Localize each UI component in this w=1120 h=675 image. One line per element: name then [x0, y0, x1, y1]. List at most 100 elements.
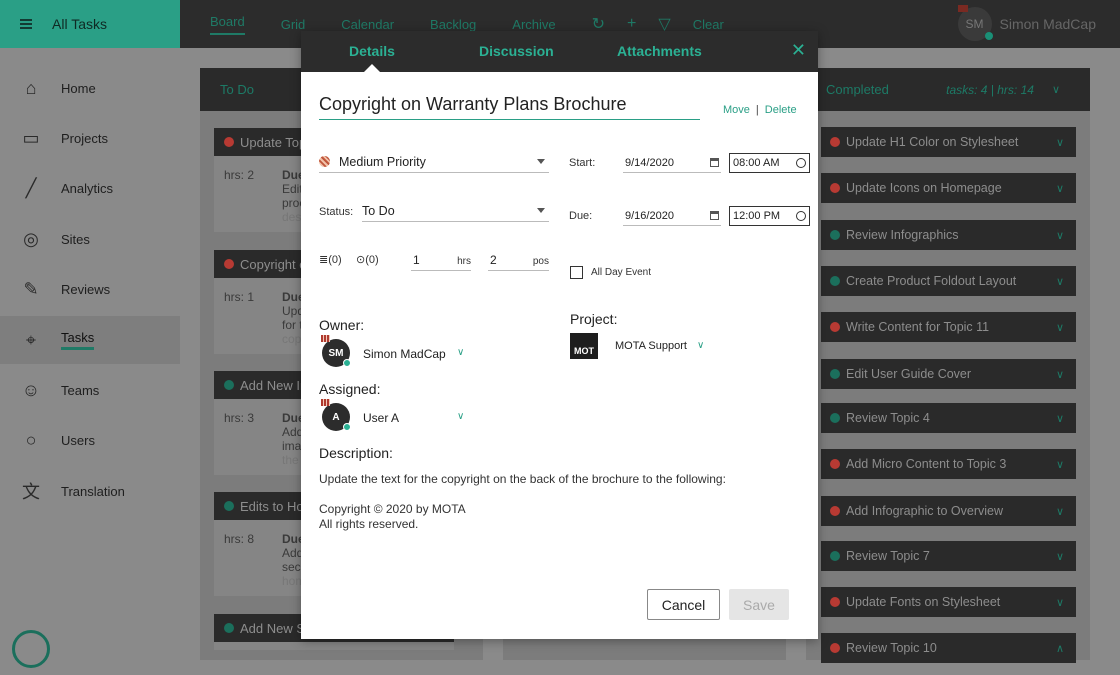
tab-discussion[interactable]: Discussion	[479, 43, 554, 59]
sidebar-item-projects[interactable]: ▭ Projects	[0, 114, 180, 162]
tab-details[interactable]: Details	[349, 43, 395, 59]
due-label: Due:	[569, 210, 593, 222]
chevron-down-icon[interactable]: ∨	[1056, 136, 1064, 149]
priority-dot	[224, 259, 234, 269]
owner-avatar: SM	[321, 335, 351, 367]
tab-attachments[interactable]: Attachments	[617, 43, 702, 59]
completed-column-header: Completed tasks: 4 | hrs: 14 ∨	[806, 68, 1090, 111]
completed-card[interactable]: Write Content for Topic 11 ∨	[821, 312, 1076, 342]
assigned-label: Assigned:	[319, 381, 381, 397]
sidebar-item-users[interactable]: ○ Users	[0, 416, 180, 464]
chevron-down-icon[interactable]: ∨	[1056, 550, 1064, 563]
hours-input[interactable]: 1 hrs	[411, 249, 471, 271]
owner-label: Owner:	[319, 317, 365, 333]
nav-calendar[interactable]: Calendar	[341, 17, 394, 32]
start-date-input[interactable]: 9/14/2020	[623, 153, 721, 173]
nav-backlog[interactable]: Backlog	[430, 17, 476, 32]
completed-card[interactable]: Review Infographics ∨	[821, 220, 1076, 250]
completed-card[interactable]: Update Fonts on Stylesheet ∨	[821, 587, 1076, 617]
chevron-down-icon[interactable]: ∨	[1056, 182, 1064, 195]
status-select[interactable]: To Do	[362, 200, 549, 222]
priority-dot	[830, 643, 840, 653]
calendar-icon[interactable]	[710, 158, 719, 167]
close-icon[interactable]: ✕	[791, 40, 806, 61]
chevron-down-icon[interactable]: ∨	[1056, 275, 1064, 288]
chevron-down-icon[interactable]: ∨	[1056, 368, 1064, 381]
nav-archive[interactable]: Archive	[512, 17, 555, 32]
sidebar-item-home[interactable]: ⌂ Home	[0, 64, 180, 112]
all-day-checkbox[interactable]	[570, 266, 583, 279]
completed-card[interactable]: Add Micro Content to Topic 3 ∨	[821, 449, 1076, 479]
description-text[interactable]: All rights reserved.	[319, 517, 418, 531]
start-label: Start:	[569, 157, 596, 169]
delete-link[interactable]: Delete	[765, 104, 797, 116]
description-text[interactable]: Update the text for the copyright on the…	[319, 472, 726, 486]
chart-icon: ╱	[25, 177, 37, 198]
chevron-down-icon[interactable]: ∨	[1056, 321, 1064, 334]
sidebar: ⌂ Home ▭ Projects ╱ Analytics ◎ Sites ✎ …	[0, 48, 180, 675]
chevron-up-icon[interactable]: ∧	[1056, 642, 1064, 655]
sidebar-item-reviews[interactable]: ✎ Reviews	[0, 265, 180, 313]
crown-icon	[321, 399, 330, 406]
priority-select[interactable]: Medium Priority	[319, 151, 549, 173]
completed-card[interactable]: Review Topic 4 ∨	[821, 403, 1076, 433]
description-text[interactable]: Copyright © 2020 by MOTA	[319, 502, 466, 516]
user-avatar[interactable]: SM	[957, 5, 993, 41]
priority-dot	[224, 137, 234, 147]
sidebar-item-translation[interactable]: 文 Translation	[0, 467, 180, 515]
comment-icon: ≣	[319, 254, 329, 266]
start-time-input[interactable]: 08:00 AM	[729, 153, 810, 173]
nav-clear[interactable]: Clear	[693, 17, 724, 32]
completed-card[interactable]: Add Infographic to Overview ∨	[821, 496, 1076, 526]
clock-icon[interactable]	[796, 158, 806, 168]
online-status-dot	[343, 423, 351, 431]
save-button[interactable]: Save	[729, 589, 789, 620]
status-label: Status:	[319, 206, 354, 218]
sidebar-item-sites[interactable]: ◎ Sites	[0, 215, 180, 263]
priority-dot	[224, 623, 234, 633]
hamburger-menu-icon[interactable]	[20, 19, 34, 29]
priority-icon	[319, 156, 330, 167]
sidebar-item-teams[interactable]: ☺ Teams	[0, 366, 180, 414]
due-date-input[interactable]: 9/16/2020	[623, 206, 721, 226]
nav-grid[interactable]: Grid	[281, 17, 306, 32]
completed-card[interactable]: Review Topic 7 ∨	[821, 541, 1076, 571]
priority-dot	[830, 183, 840, 193]
position-input[interactable]: 2 pos	[488, 249, 549, 271]
chevron-down-icon[interactable]: ∨	[1056, 505, 1064, 518]
chevron-down-icon[interactable]: ∨	[457, 347, 464, 358]
priority-dot	[830, 551, 840, 561]
project-label: Project:	[570, 311, 618, 327]
chevron-down-icon[interactable]: ∨	[1056, 229, 1064, 242]
completed-card[interactable]: Update H1 Color on Stylesheet ∨	[821, 127, 1076, 157]
calendar-icon[interactable]	[710, 211, 719, 220]
nav-board[interactable]: Board	[210, 14, 245, 35]
chevron-down-icon[interactable]: ∨	[457, 411, 464, 422]
priority-dot	[830, 137, 840, 147]
app-logo-icon	[12, 630, 50, 668]
chevron-down-icon[interactable]: ∨	[1052, 83, 1060, 96]
chevron-down-icon[interactable]: ∨	[1056, 412, 1064, 425]
people-icon: ☺	[21, 379, 41, 400]
due-time-input[interactable]: 12:00 PM	[729, 206, 810, 226]
completed-card[interactable]: Review Topic 10 ∧	[821, 633, 1076, 663]
user-menu[interactable]: SM Simon MadCap	[957, 5, 1096, 41]
chevron-down-icon[interactable]: ∨	[697, 340, 704, 351]
task-actions: Move | Delete	[723, 104, 797, 116]
sidebar-item-tasks[interactable]: ⌖ Tasks	[0, 316, 180, 364]
brand-area: All Tasks	[0, 0, 180, 48]
completed-card[interactable]: Create Product Foldout Layout ∨	[821, 266, 1076, 296]
chevron-down-icon[interactable]: ∨	[1056, 458, 1064, 471]
comments-count[interactable]: ≣(0)	[319, 253, 342, 266]
project-logo: MOT	[570, 333, 598, 359]
completed-card[interactable]: Update Icons on Homepage ∨	[821, 173, 1076, 203]
move-link[interactable]: Move	[723, 104, 750, 116]
chevron-down-icon[interactable]: ∨	[1056, 596, 1064, 609]
task-title-input[interactable]: Copyright on Warranty Plans Brochure	[319, 92, 700, 120]
all-day-label: All Day Event	[591, 267, 652, 278]
clock-icon[interactable]	[796, 211, 806, 221]
attachments-count[interactable]: ⊙(0)	[356, 253, 379, 266]
completed-card[interactable]: Edit User Guide Cover ∨	[821, 359, 1076, 389]
sidebar-item-analytics[interactable]: ╱ Analytics	[0, 164, 180, 212]
cancel-button[interactable]: Cancel	[647, 589, 720, 620]
